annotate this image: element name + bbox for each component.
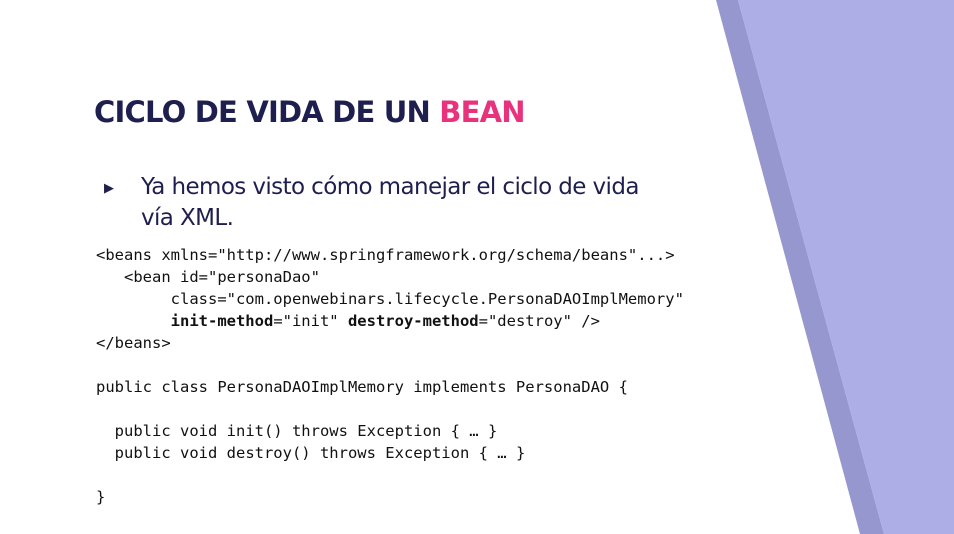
- code-line-bean-class: class="com.openwebinars.lifecycle.Person…: [170, 290, 684, 308]
- code-block: <beans xmlns="http://www.springframework…: [96, 244, 684, 508]
- code-line-class-close: }: [96, 488, 106, 506]
- code-line-destroy-decl: public void destroy() throws Exception {…: [114, 444, 526, 462]
- slide-title-main: CICLO DE VIDA DE UN: [94, 95, 440, 129]
- code-line-class-decl: public class PersonaDAOImplMemory implem…: [96, 378, 628, 396]
- code-destroy-method-value: ="destroy" />: [478, 312, 600, 330]
- bullet-text: Ya hemos visto cómo manejar el ciclo de …: [141, 174, 639, 231]
- code-line-bean-open: <bean id="personaDao": [124, 268, 320, 286]
- slide-title-accent: BEAN: [439, 95, 525, 129]
- code-destroy-method-attr: destroy-method: [347, 312, 479, 330]
- code-line-init-decl: public void init() throws Exception { … …: [114, 422, 498, 440]
- code-init-method-value: ="init": [273, 312, 348, 330]
- bullet-arrow-icon: ▶: [104, 181, 114, 196]
- code-line-beans-close: </beans>: [96, 334, 171, 352]
- code-init-method-attr: init-method: [170, 312, 274, 330]
- code-line-beans-open: <beans xmlns="http://www.springframework…: [96, 246, 675, 264]
- slide-title: CICLO DE VIDA DE UN BEAN: [94, 92, 526, 132]
